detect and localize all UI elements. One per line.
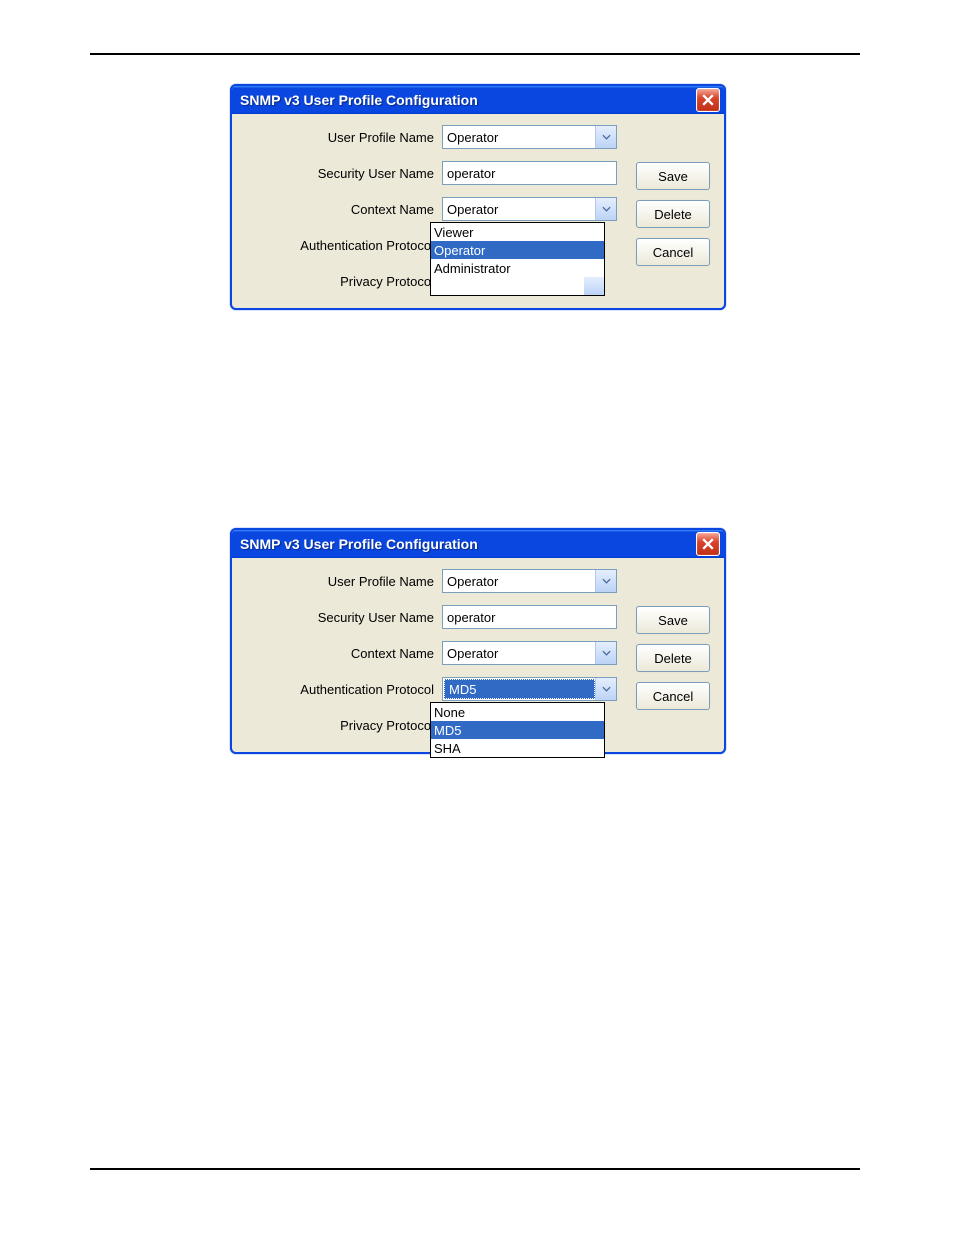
combo-profile-value: Operator <box>443 130 595 145</box>
titlebar[interactable]: SNMP v3 User Profile Configuration <box>232 530 724 558</box>
divider-top <box>90 53 860 55</box>
dropdown-option-none[interactable]: None <box>431 703 604 721</box>
close-icon <box>702 538 714 550</box>
chevron-down-icon <box>602 686 611 692</box>
combo-profile-button[interactable] <box>595 126 616 148</box>
cancel-button[interactable]: Cancel <box>636 682 710 710</box>
row-profile: User Profile Name Operator <box>244 568 712 594</box>
snmp-profile-dialog-1: SNMP v3 User Profile Configuration User … <box>230 84 726 310</box>
save-button[interactable]: Save <box>636 606 710 634</box>
button-column: Save Delete Cancel <box>636 162 710 266</box>
auth-dropdown-list[interactable]: None MD5 SHA <box>430 702 605 758</box>
combo-auth-value: MD5 <box>444 679 595 699</box>
label-security: Security User Name <box>244 166 442 181</box>
label-profile: User Profile Name <box>244 574 442 589</box>
divider-bottom <box>90 1168 860 1170</box>
label-context: Context Name <box>244 202 442 217</box>
delete-button[interactable]: Delete <box>636 644 710 672</box>
dropdown-option-operator[interactable]: Operator <box>431 241 604 259</box>
dropdown-option-viewer[interactable]: Viewer <box>431 223 604 241</box>
label-auth: Authentication Protocol <box>244 238 442 253</box>
label-security: Security User Name <box>244 610 442 625</box>
chevron-down-icon <box>602 206 611 212</box>
combo-profile-value: Operator <box>443 574 595 589</box>
combo-context-value: Operator <box>443 202 595 217</box>
input-security[interactable] <box>442 161 617 185</box>
combo-profile-button[interactable] <box>595 570 616 592</box>
label-auth: Authentication Protocol <box>244 682 442 697</box>
label-profile: User Profile Name <box>244 130 442 145</box>
combo-context[interactable]: Operator <box>442 641 617 665</box>
dropdown-option-sha[interactable]: SHA <box>431 739 604 757</box>
label-privacy: Privacy Protocol <box>244 274 442 289</box>
save-button[interactable]: Save <box>636 162 710 190</box>
chevron-down-icon <box>602 578 611 584</box>
chevron-down-icon <box>602 134 611 140</box>
window-title: SNMP v3 User Profile Configuration <box>240 92 696 108</box>
row-profile: User Profile Name Operator <box>244 124 712 150</box>
close-icon <box>702 94 714 106</box>
snmp-profile-dialog-2: SNMP v3 User Profile Configuration User … <box>230 528 726 754</box>
close-button[interactable] <box>696 532 720 556</box>
chevron-down-icon <box>602 650 611 656</box>
dialog-body: User Profile Name Operator Security User… <box>232 114 724 308</box>
window-title: SNMP v3 User Profile Configuration <box>240 536 696 552</box>
dropdown-scroll[interactable] <box>584 277 604 295</box>
delete-button[interactable]: Delete <box>636 200 710 228</box>
combo-context-value: Operator <box>443 646 595 661</box>
dropdown-option-administrator[interactable]: Administrator <box>431 259 604 277</box>
dropdown-option-md5[interactable]: MD5 <box>431 721 604 739</box>
label-privacy: Privacy Protocol <box>244 718 442 733</box>
combo-auth-button[interactable] <box>595 678 616 700</box>
label-context: Context Name <box>244 646 442 661</box>
combo-context-button[interactable] <box>595 198 616 220</box>
combo-auth[interactable]: MD5 <box>442 677 617 701</box>
input-security[interactable] <box>442 605 617 629</box>
cancel-button[interactable]: Cancel <box>636 238 710 266</box>
close-button[interactable] <box>696 88 720 112</box>
combo-context-button[interactable] <box>595 642 616 664</box>
titlebar[interactable]: SNMP v3 User Profile Configuration <box>232 86 724 114</box>
context-dropdown-list[interactable]: Viewer Operator Administrator <box>430 222 605 296</box>
button-column: Save Delete Cancel <box>636 606 710 710</box>
combo-context[interactable]: Operator <box>442 197 617 221</box>
combo-profile[interactable]: Operator <box>442 569 617 593</box>
dialog-body: User Profile Name Operator Security User… <box>232 558 724 752</box>
combo-profile[interactable]: Operator <box>442 125 617 149</box>
